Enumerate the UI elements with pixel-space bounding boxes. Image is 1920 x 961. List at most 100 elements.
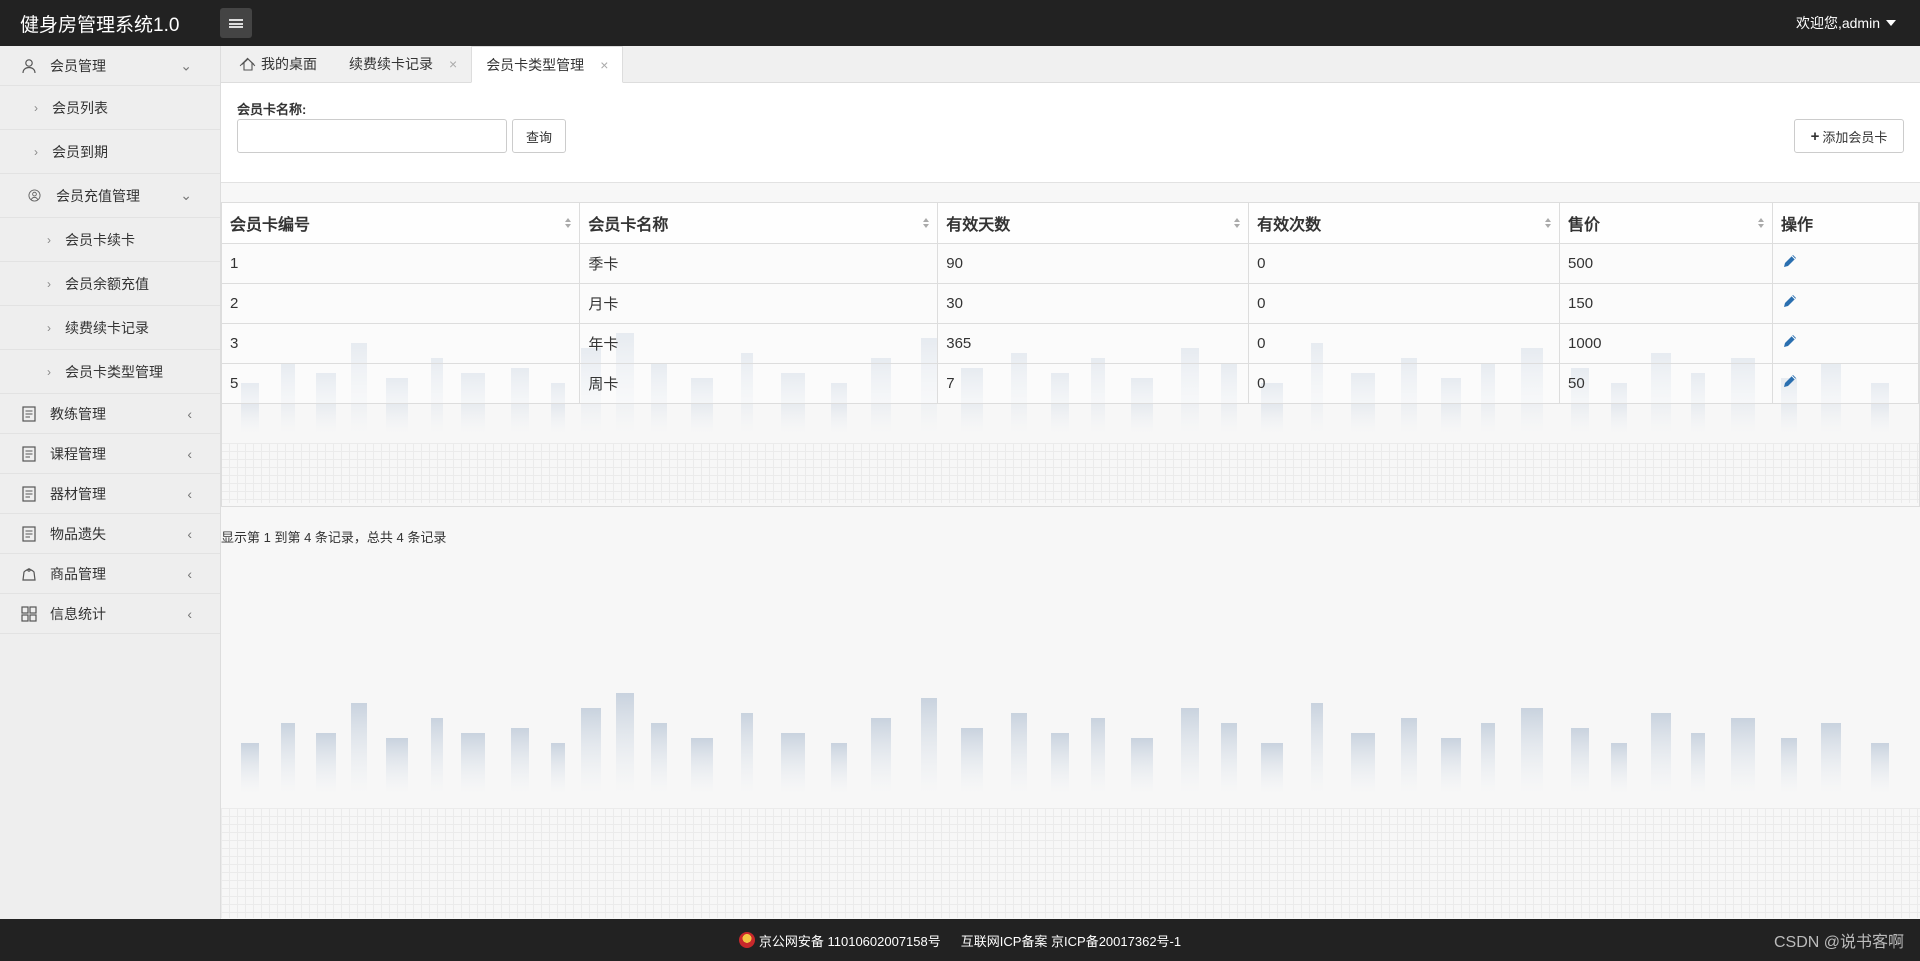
column-header-valid-days[interactable]: 有效天数 <box>937 203 1250 244</box>
table-header-row: 会员卡编号 会员卡名称 有效天数 有效次数 售价 操作 <box>222 203 1920 244</box>
chevron-right-icon: › <box>47 276 51 291</box>
column-header-actions: 操作 <box>1772 203 1920 244</box>
search-button[interactable]: 查询 <box>512 119 566 153</box>
sidebar-item-course-management[interactable]: 课程管理 ‹ <box>0 434 220 474</box>
police-record[interactable]: 京公网安备 11010602007158号 <box>738 931 941 950</box>
chevron-right-icon: › <box>34 144 38 159</box>
sidebar-item-balance-recharge[interactable]: › 会员余额充值 <box>0 262 220 306</box>
cell-card-name: 季卡 <box>579 243 939 284</box>
chevron-right-icon: › <box>47 320 51 335</box>
cell-card-id: 2 <box>222 283 581 324</box>
card-name-label: 会员卡名称: <box>237 102 307 117</box>
cell-actions <box>1772 323 1920 364</box>
tab-label: 我的桌面 <box>261 56 317 72</box>
tab-card-type-management[interactable]: 会员卡类型管理 × <box>471 46 624 83</box>
grid-icon <box>20 605 38 623</box>
chevron-left-icon: ‹ <box>187 445 192 462</box>
user-menu[interactable]: 欢迎您,admin <box>1796 13 1920 33</box>
cell-price: 500 <box>1559 243 1773 284</box>
column-header-valid-times[interactable]: 有效次数 <box>1248 203 1561 244</box>
edit-pencil-icon[interactable] <box>1781 292 1799 310</box>
cell-actions <box>1772 283 1920 324</box>
cell-card-name: 周卡 <box>579 363 939 404</box>
footer: 京公网安备 11010602007158号 互联网ICP备案 京ICP备2001… <box>0 919 1920 961</box>
chevron-left-icon: ‹ <box>187 485 192 502</box>
sidebar-item-label: 会员列表 <box>52 99 108 116</box>
sidebar-item-lost-items[interactable]: 物品遗失 ‹ <box>0 514 220 554</box>
tab-bar: 我的桌面 续费续卡记录 × 会员卡类型管理 × <box>221 46 1920 83</box>
sidebar-item-equipment-management[interactable]: 器材管理 ‹ <box>0 474 220 514</box>
cell-price: 50 <box>1559 363 1773 404</box>
chevron-right-icon: › <box>47 232 51 247</box>
edit-pencil-icon[interactable] <box>1781 332 1799 350</box>
card-name-input[interactable] <box>237 119 507 153</box>
cell-card-name: 月卡 <box>579 283 939 324</box>
tab-renewal-records[interactable]: 续费续卡记录 × <box>335 46 471 82</box>
sidebar-item-label: 续费续卡记录 <box>65 319 149 336</box>
column-header-label: 有效次数 <box>1257 216 1322 234</box>
app-title: 健身房管理系统1.0 <box>20 14 180 36</box>
sidebar-item-label: 会员卡类型管理 <box>65 363 163 380</box>
plus-icon: + <box>1810 127 1820 145</box>
sidebar-item-recharge-management[interactable]: 会员充值管理 ⌄ <box>0 174 220 218</box>
cell-valid-days: 365 <box>937 323 1250 364</box>
chevron-right-icon: › <box>34 100 38 115</box>
city-skyline-watermark <box>241 693 1889 793</box>
table-row: 2 月卡 30 0 150 <box>222 283 1920 324</box>
chevron-down-icon: ⌄ <box>180 57 192 73</box>
bag-icon <box>20 565 38 583</box>
column-header-label: 售价 <box>1568 216 1601 234</box>
document-icon <box>20 525 38 543</box>
table-row: 5 周卡 7 0 50 <box>222 363 1920 404</box>
edit-pencil-icon[interactable] <box>1781 372 1799 390</box>
sidebar-item-member-management[interactable]: 会员管理 ⌄ <box>0 46 220 86</box>
chevron-left-icon: ‹ <box>187 605 192 622</box>
close-icon[interactable]: × <box>600 57 608 73</box>
user-greeting: 欢迎您,admin <box>1795 15 1880 31</box>
cell-valid-times: 0 <box>1248 363 1561 404</box>
main-content: 会员卡名称: 查询 + 添加会员卡 会员卡编号 会员卡名称 有效天数 有效次数 … <box>221 83 1920 919</box>
sort-icon <box>923 217 930 228</box>
sidebar-item-label: 物品遗失 <box>50 525 106 542</box>
sidebar-item-label: 教练管理 <box>50 405 106 422</box>
chevron-right-icon: › <box>47 364 51 379</box>
sidebar-item-label: 会员充值管理 <box>56 187 140 204</box>
menu-toggle-button[interactable] <box>220 8 252 38</box>
cell-valid-times: 0 <box>1248 283 1561 324</box>
sidebar-item-member-list[interactable]: › 会员列表 <box>0 86 220 130</box>
cell-price: 150 <box>1559 283 1773 324</box>
sidebar-item-member-expiry[interactable]: › 会员到期 <box>0 130 220 174</box>
table-row: 3 年卡 365 0 1000 <box>222 323 1920 364</box>
column-header-label: 操作 <box>1780 216 1813 234</box>
chevron-left-icon: ‹ <box>187 565 192 582</box>
column-header-card-name[interactable]: 会员卡名称 <box>579 203 939 244</box>
sidebar-item-card-renewal[interactable]: › 会员卡续卡 <box>0 218 220 262</box>
edit-pencil-icon[interactable] <box>1781 252 1799 270</box>
cell-valid-times: 0 <box>1248 323 1561 364</box>
pagination-summary: 显示第 1 到第 4 条记录，总共 4 条记录 <box>221 530 447 545</box>
cell-valid-days: 30 <box>937 283 1250 324</box>
column-header-card-id[interactable]: 会员卡编号 <box>222 203 581 244</box>
close-icon[interactable]: × <box>449 56 457 72</box>
search-panel: 会员卡名称: 查询 + 添加会员卡 <box>221 83 1920 183</box>
user-icon <box>20 57 38 75</box>
sidebar-item-label: 器材管理 <box>50 485 106 502</box>
column-header-label: 会员卡名称 <box>588 216 669 234</box>
chevron-down-icon: ⌄ <box>180 187 192 203</box>
sidebar-item-label: 会员到期 <box>52 143 108 160</box>
column-header-price[interactable]: 售价 <box>1559 203 1773 244</box>
grid-pattern-background <box>221 808 1920 918</box>
tab-my-desktop[interactable]: 我的桌面 <box>227 46 331 82</box>
cell-actions <box>1772 363 1920 404</box>
card-type-table: 会员卡编号 会员卡名称 有效天数 有效次数 售价 操作 1 季卡 90 0 50… <box>221 202 1920 507</box>
add-card-button[interactable]: + 添加会员卡 <box>1794 119 1904 153</box>
user-circle-icon <box>28 188 42 203</box>
sidebar-item-coach-management[interactable]: 教练管理 ‹ <box>0 394 220 434</box>
sidebar-item-product-management[interactable]: 商品管理 ‹ <box>0 554 220 594</box>
sidebar-item-card-type-management[interactable]: › 会员卡类型管理 <box>0 350 220 394</box>
sidebar-item-renewal-records[interactable]: › 续费续卡记录 <box>0 306 220 350</box>
sidebar: 会员管理 ⌄ › 会员列表 › 会员到期 会员充值管理 ⌄ › 会员卡续卡 › … <box>0 46 221 919</box>
cell-card-id: 3 <box>222 323 581 364</box>
icp-record[interactable]: 互联网ICP备案 京ICP备20017362号-1 <box>961 931 1181 950</box>
sidebar-item-statistics[interactable]: 信息统计 ‹ <box>0 594 220 634</box>
